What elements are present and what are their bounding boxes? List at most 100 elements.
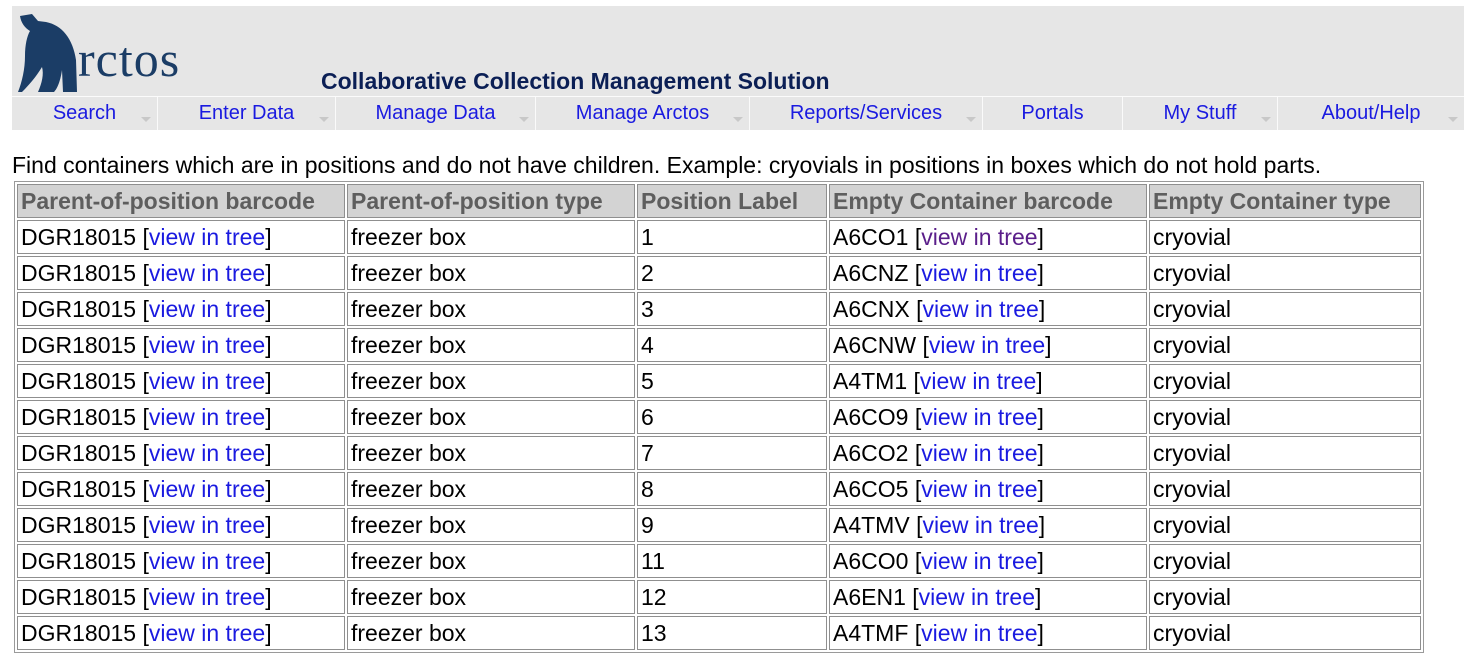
parent-barcode: DGR18015: [21, 259, 137, 286]
position-label-cell: 7: [637, 436, 827, 470]
view-in-tree-link[interactable]: view in tree: [149, 620, 265, 646]
nav-label: Portals: [1021, 102, 1084, 124]
table-row: DGR18015 [view in tree] freezer box 13 A4TM…: [17, 616, 1421, 650]
view-in-tree-link[interactable]: view in tree: [919, 584, 1035, 610]
view-in-tree-link[interactable]: view in tree: [149, 512, 265, 538]
container-type-cell: cryovial: [1149, 220, 1421, 254]
chevron-down-icon: [733, 117, 743, 122]
view-in-tree-link[interactable]: view in tree: [149, 476, 265, 502]
container-type-cell: cryovial: [1149, 472, 1421, 506]
nav-manage-arctos[interactable]: Manage Arctos: [536, 97, 750, 130]
view-in-tree-link[interactable]: view in tree: [922, 512, 1038, 538]
container-type-cell: cryovial: [1149, 328, 1421, 362]
table-cell: A6CNZ [view in tree]: [829, 256, 1147, 290]
table-cell: DGR18015 [view in tree]: [17, 508, 345, 542]
container-type-cell: cryovial: [1149, 364, 1421, 398]
parent-barcode: DGR18015: [21, 583, 137, 610]
view-in-tree-link[interactable]: view in tree: [921, 548, 1037, 574]
parent-barcode: DGR18015: [21, 331, 137, 358]
view-in-tree-link[interactable]: view in tree: [149, 584, 265, 610]
position-label-cell: 6: [637, 400, 827, 434]
nav-search[interactable]: Search: [12, 97, 158, 130]
table-cell: A6CNX [view in tree]: [829, 292, 1147, 326]
position-label-cell: 2: [637, 256, 827, 290]
container-type-cell: cryovial: [1149, 292, 1421, 326]
parent-barcode: DGR18015: [21, 475, 137, 502]
main-nav: Search Enter Data Manage Data Manage Arc…: [12, 96, 1464, 130]
view-in-tree-link[interactable]: view in tree: [921, 404, 1037, 430]
table-header-row: Parent-of-position barcode Parent-of-pos…: [17, 184, 1421, 218]
nav-manage-data[interactable]: Manage Data: [336, 97, 536, 130]
table-cell: A6CO1 [view in tree]: [829, 220, 1147, 254]
nav-portals[interactable]: Portals: [983, 97, 1123, 130]
view-in-tree-link[interactable]: view in tree: [149, 404, 265, 430]
parent-barcode: DGR18015: [21, 295, 137, 322]
container-barcode: A6CO1: [833, 223, 909, 250]
table-cell: DGR18015 [view in tree]: [17, 544, 345, 578]
nav-about-help[interactable]: About/Help: [1278, 97, 1464, 130]
table-cell: DGR18015 [view in tree]: [17, 328, 345, 362]
nav-enter-data[interactable]: Enter Data: [158, 97, 336, 130]
view-in-tree-link[interactable]: view in tree: [149, 296, 265, 322]
column-header[interactable]: Parent-of-position type: [347, 184, 635, 218]
view-in-tree-link[interactable]: view in tree: [921, 224, 1037, 250]
nav-reports-services[interactable]: Reports/Services: [750, 97, 983, 130]
container-barcode: A4TM1: [833, 367, 908, 394]
nav-label: Reports/Services: [789, 102, 943, 124]
parent-barcode: DGR18015: [21, 367, 137, 394]
view-in-tree-link[interactable]: view in tree: [149, 368, 265, 394]
view-in-tree-link[interactable]: view in tree: [920, 368, 1036, 394]
container-type-cell: cryovial: [1149, 256, 1421, 290]
table-cell: A6CO2 [view in tree]: [829, 436, 1147, 470]
container-type-cell: cryovial: [1149, 436, 1421, 470]
view-in-tree-link[interactable]: view in tree: [149, 260, 265, 286]
container-barcode: A4TMF: [833, 619, 909, 646]
parent-type-cell: freezer box: [347, 292, 635, 326]
table-cell: A6CO5 [view in tree]: [829, 472, 1147, 506]
chevron-down-icon: [966, 117, 976, 122]
view-in-tree-link[interactable]: view in tree: [921, 620, 1037, 646]
view-in-tree-link[interactable]: view in tree: [921, 476, 1037, 502]
table-cell: A6EN1 [view in tree]: [829, 580, 1147, 614]
view-in-tree-link[interactable]: view in tree: [929, 332, 1045, 358]
view-in-tree-link[interactable]: view in tree: [922, 296, 1038, 322]
logo-text: rctos: [78, 31, 181, 87]
parent-type-cell: freezer box: [347, 472, 635, 506]
table-cell: A4TM1 [view in tree]: [829, 364, 1147, 398]
table-cell: DGR18015 [view in tree]: [17, 256, 345, 290]
table-cell: A4TMV [view in tree]: [829, 508, 1147, 542]
nav-label: About/Help: [1321, 102, 1421, 124]
nav-label: Manage Data: [375, 102, 496, 124]
nav-my-stuff[interactable]: My Stuff: [1123, 97, 1278, 130]
parent-type-cell: freezer box: [347, 616, 635, 650]
view-in-tree-link[interactable]: view in tree: [149, 224, 265, 250]
column-header[interactable]: Empty Container type: [1149, 184, 1421, 218]
table-row: DGR18015 [view in tree] freezer box 5 A4TM1…: [17, 364, 1421, 398]
container-type-cell: cryovial: [1149, 544, 1421, 578]
parent-barcode: DGR18015: [21, 619, 137, 646]
table-row: DGR18015 [view in tree] freezer box 8 A6CO5…: [17, 472, 1421, 506]
column-header[interactable]: Position Label: [637, 184, 827, 218]
table-row: DGR18015 [view in tree] freezer box 6 A6CO9…: [17, 400, 1421, 434]
table-row: DGR18015 [view in tree] freezer box 7 A6CO2…: [17, 436, 1421, 470]
page-description: Find containers which are in positions a…: [12, 152, 1322, 178]
view-in-tree-link[interactable]: view in tree: [149, 332, 265, 358]
parent-barcode: DGR18015: [21, 511, 137, 538]
view-in-tree-link[interactable]: view in tree: [149, 548, 265, 574]
view-in-tree-link[interactable]: view in tree: [921, 440, 1037, 466]
nav-label: Enter Data: [198, 102, 295, 124]
view-in-tree-link[interactable]: view in tree: [921, 260, 1037, 286]
parent-barcode: DGR18015: [21, 547, 137, 574]
column-header[interactable]: Empty Container barcode: [829, 184, 1147, 218]
parent-type-cell: freezer box: [347, 364, 635, 398]
column-header[interactable]: Parent-of-position barcode: [17, 184, 345, 218]
parent-barcode: DGR18015: [21, 403, 137, 430]
position-label-cell: 8: [637, 472, 827, 506]
arctos-logo[interactable]: rctos: [16, 12, 216, 94]
parent-type-cell: freezer box: [347, 220, 635, 254]
container-barcode: A6CO5: [833, 475, 909, 502]
table-cell: A6CO9 [view in tree]: [829, 400, 1147, 434]
table-cell: A6CO0 [view in tree]: [829, 544, 1147, 578]
table-row: DGR18015 [view in tree] freezer box 11 A6CO…: [17, 544, 1421, 578]
view-in-tree-link[interactable]: view in tree: [149, 440, 265, 466]
